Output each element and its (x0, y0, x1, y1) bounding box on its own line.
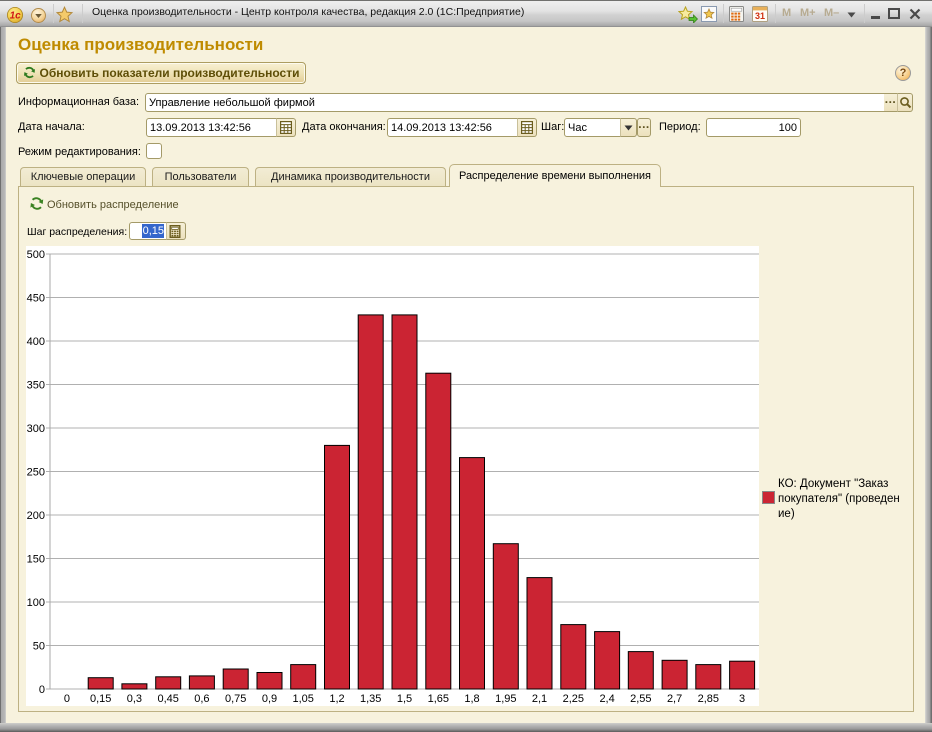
svg-text:1,05: 1,05 (292, 693, 313, 705)
svg-text:2,55: 2,55 (630, 693, 651, 705)
svg-text:31: 31 (755, 11, 765, 21)
svg-text:500: 500 (27, 249, 45, 261)
svg-text:1,2: 1,2 (329, 693, 344, 705)
svg-text:200: 200 (27, 510, 45, 522)
svg-text:50: 50 (33, 641, 45, 653)
svg-text:1,5: 1,5 (397, 693, 412, 705)
svg-text:1,8: 1,8 (464, 693, 479, 705)
svg-text:450: 450 (27, 293, 45, 305)
svg-text:0,45: 0,45 (157, 693, 178, 705)
svg-text:1,35: 1,35 (360, 693, 381, 705)
svg-text:2,4: 2,4 (599, 693, 614, 705)
svg-text:350: 350 (27, 380, 45, 392)
svg-text:100: 100 (27, 597, 45, 609)
svg-text:3: 3 (739, 693, 745, 705)
svg-text:0,15: 0,15 (90, 693, 111, 705)
svg-text:0,75: 0,75 (225, 693, 246, 705)
svg-text:0: 0 (64, 693, 70, 705)
svg-text:0: 0 (39, 684, 45, 696)
svg-text:0,9: 0,9 (262, 693, 277, 705)
svg-text:150: 150 (27, 554, 45, 566)
svg-text:2,25: 2,25 (563, 693, 584, 705)
svg-text:0,6: 0,6 (194, 693, 209, 705)
svg-text:0,3: 0,3 (127, 693, 142, 705)
svg-text:250: 250 (27, 467, 45, 479)
svg-text:2,7: 2,7 (667, 693, 682, 705)
svg-text:1с: 1с (10, 11, 22, 22)
svg-text:300: 300 (27, 423, 45, 435)
svg-text:1,95: 1,95 (495, 693, 516, 705)
svg-text:2,85: 2,85 (698, 693, 719, 705)
svg-text:1,65: 1,65 (428, 693, 449, 705)
svg-text:400: 400 (27, 336, 45, 348)
svg-text:2,1: 2,1 (532, 693, 547, 705)
